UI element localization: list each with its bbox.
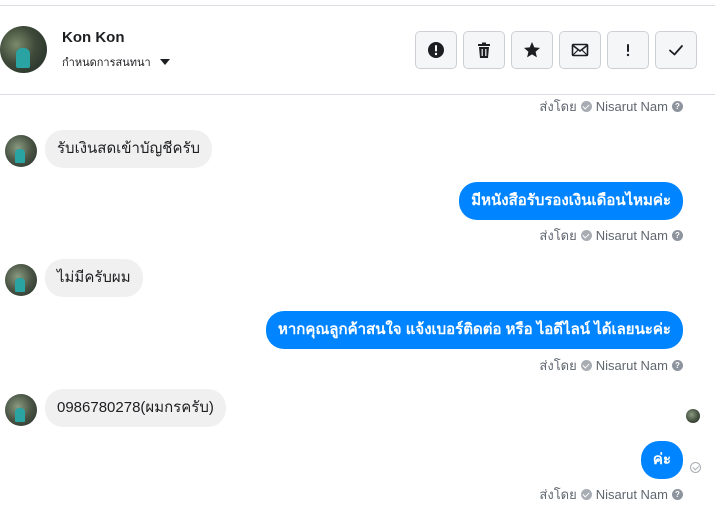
check-circle-icon: [580, 230, 592, 241]
help-icon[interactable]: ?: [672, 101, 683, 112]
incoming-message-bubble[interactable]: 0986780278(ผมกรครับ): [45, 389, 226, 427]
exclamation-icon: [626, 44, 630, 57]
star-icon: [524, 42, 540, 58]
star-button[interactable]: [511, 31, 553, 69]
outgoing-message-bubble[interactable]: มีหนังสือรับรองเงินเดือนไหมค่ะ: [459, 182, 683, 220]
checkmark-icon: [669, 45, 683, 56]
envelope-icon: [571, 43, 589, 57]
help-icon[interactable]: ?: [672, 489, 683, 500]
conversation-header: Kon Kon กำหนดการสนทนา: [0, 6, 715, 95]
outgoing-message-bubble[interactable]: หากคุณลูกค้าสนใจ แจ้งเบอร์ติดต่อ หรือ ไอ…: [265, 311, 683, 349]
check-circle-icon: [580, 101, 592, 112]
mark-spam-button[interactable]: [415, 31, 457, 69]
mark-unread-button[interactable]: [559, 31, 601, 69]
check-circle-icon: [580, 360, 592, 371]
seen-avatar-icon: [686, 409, 700, 423]
contact-name[interactable]: Kon Kon: [62, 29, 124, 46]
conversation-actions: [415, 31, 697, 69]
sent-by-line: ส่งโดย Nisarut Nam ?: [539, 484, 683, 505]
message-thread: ส่งโดย Nisarut Nam ? รับเงินสดเข้าบัญชีค…: [0, 95, 715, 515]
incoming-message-bubble[interactable]: รับเงินสดเข้าบัญชีครับ: [45, 130, 213, 168]
contact-avatar-small: [5, 394, 37, 426]
delete-button[interactable]: [463, 31, 505, 69]
sent-by-line: ส่งโดย Nisarut Nam ?: [539, 96, 683, 117]
mark-done-button[interactable]: [655, 31, 697, 69]
assign-label: กำหนดการสนทนา: [62, 57, 151, 69]
help-icon[interactable]: ?: [672, 360, 683, 371]
outgoing-message-bubble[interactable]: ค่ะ: [640, 441, 683, 479]
check-circle-icon: [580, 489, 592, 500]
incoming-message-bubble[interactable]: ไม่มีครับผม: [45, 259, 143, 297]
assign-conversation-dropdown[interactable]: กำหนดการสนทนา: [62, 53, 170, 71]
alert-circle-icon: [428, 42, 444, 58]
help-icon[interactable]: ?: [672, 230, 683, 241]
contact-avatar[interactable]: [0, 26, 47, 73]
delivered-check-icon: [690, 462, 701, 473]
sent-by-line: ส่งโดย Nisarut Nam ?: [539, 225, 683, 246]
follow-up-button[interactable]: [607, 31, 649, 69]
contact-avatar-small: [5, 264, 37, 296]
caret-down-icon: [159, 59, 170, 65]
sent-by-line: ส่งโดย Nisarut Nam ?: [539, 355, 683, 376]
trash-icon: [478, 42, 490, 58]
contact-avatar-small: [5, 135, 37, 167]
